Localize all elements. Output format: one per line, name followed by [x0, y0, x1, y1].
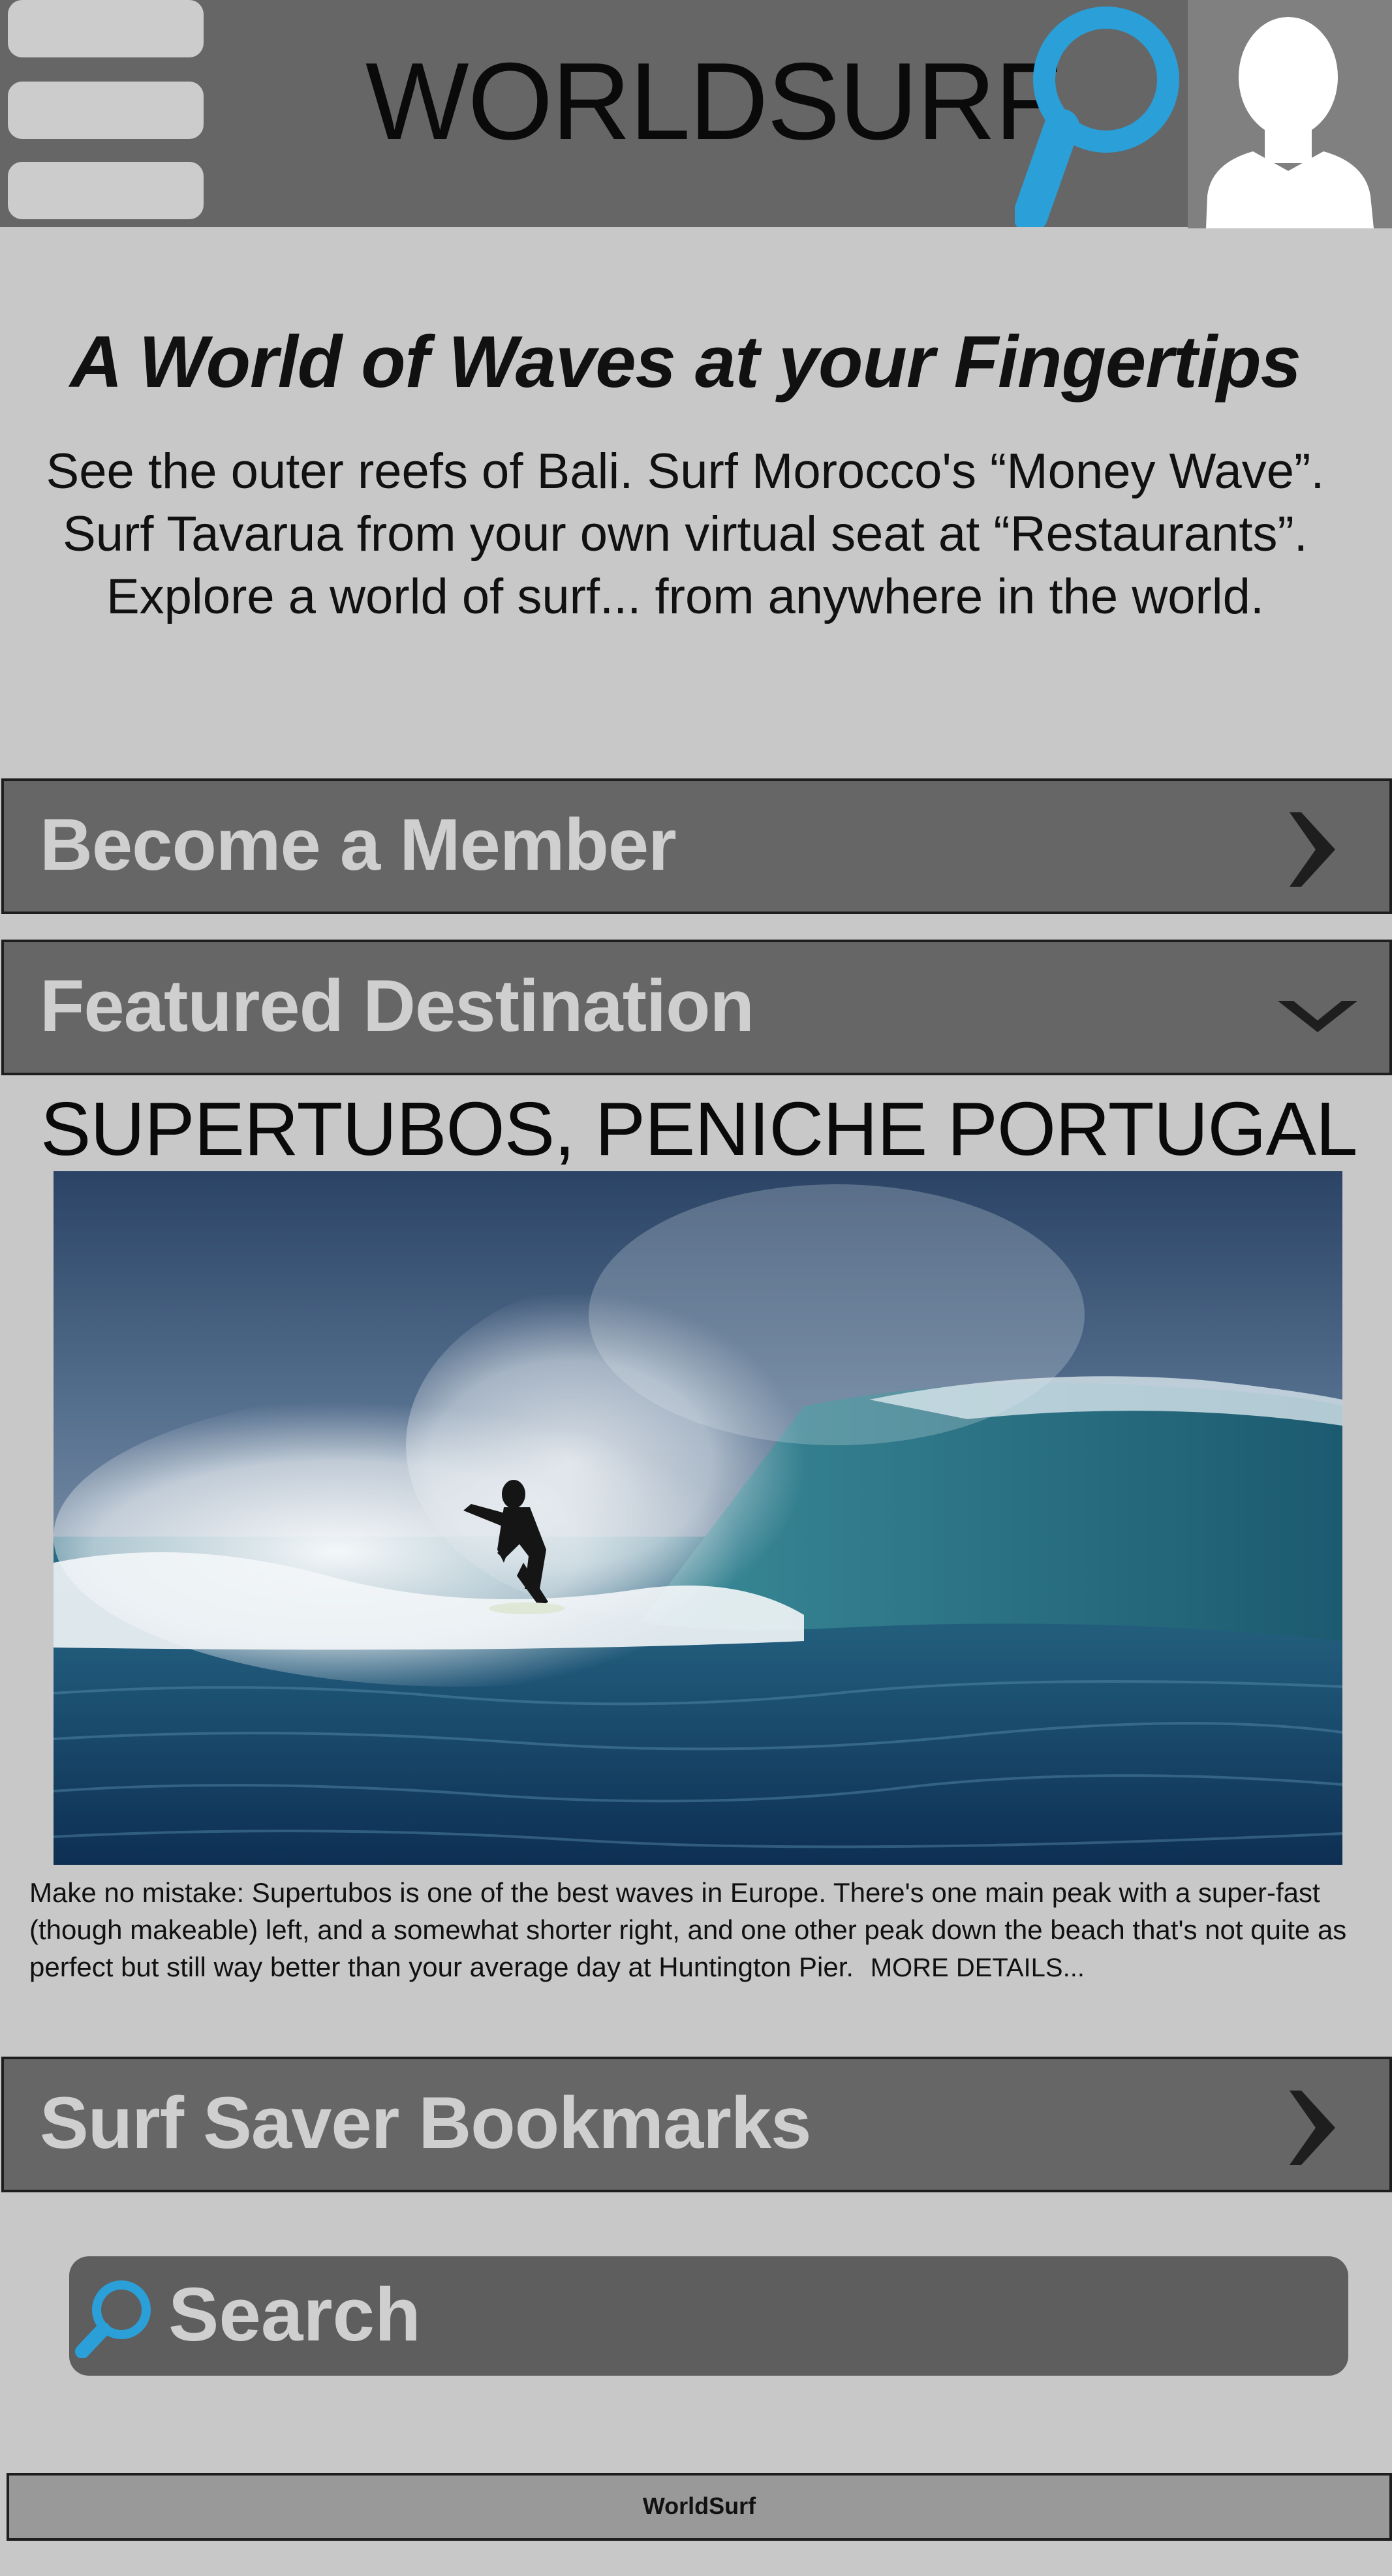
intro-paragraph: See the outer reefs of Bali. Surf Morocc…: [46, 444, 1325, 624]
menu-bar-icon: [8, 162, 204, 219]
description-text: Make no mistake: Supertubos is one of th…: [29, 1877, 1347, 1982]
magnifier-icon: [75, 2280, 151, 2358]
footer-brand: WorldSurf: [642, 2492, 756, 2519]
more-details-link[interactable]: MORE DETAILS...: [871, 1954, 1085, 1982]
chevron-right-icon: [1290, 812, 1335, 887]
section-label: Surf Saver Bookmarks: [40, 2082, 811, 2164]
destination-description: Make no mistake: Supertubos is one of th…: [29, 1874, 1387, 1987]
bookmarks-bar[interactable]: Surf Saver Bookmarks: [1, 2057, 1392, 2192]
menu-button[interactable]: [0, 0, 215, 227]
section-label: Featured Destination: [40, 965, 754, 1047]
chevron-right-icon: [1290, 2091, 1335, 2165]
menu-bar-icon: [8, 0, 204, 57]
become-member-bar[interactable]: Become a Member: [1, 778, 1392, 914]
top-app-bar: WORLDSURF: [0, 0, 1392, 233]
section-label: Become a Member: [40, 804, 677, 885]
menu-bar-icon: [8, 82, 204, 139]
footer: WorldSurf: [7, 2473, 1392, 2541]
chevron-down-icon: [1278, 1001, 1357, 1032]
surfer-wave-image: [54, 1171, 1342, 1865]
magnifier-icon: [1013, 7, 1179, 233]
destination-photo: [54, 1171, 1342, 1865]
search-input[interactable]: Search: [69, 2256, 1348, 2376]
app-title: WORLDSURF: [365, 40, 1062, 162]
destination-title: SUPERTUBOS, PENICHE PORTUGAL: [40, 1086, 1358, 1171]
user-silhouette-icon: [1206, 17, 1374, 228]
hero-headline: A World of Waves at your Fingertips: [70, 321, 1301, 403]
search-placeholder: Search: [168, 2272, 421, 2357]
featured-destination-bar[interactable]: Featured Destination: [1, 940, 1392, 1075]
search-button[interactable]: [1013, 0, 1191, 233]
profile-button[interactable]: [1188, 0, 1392, 228]
